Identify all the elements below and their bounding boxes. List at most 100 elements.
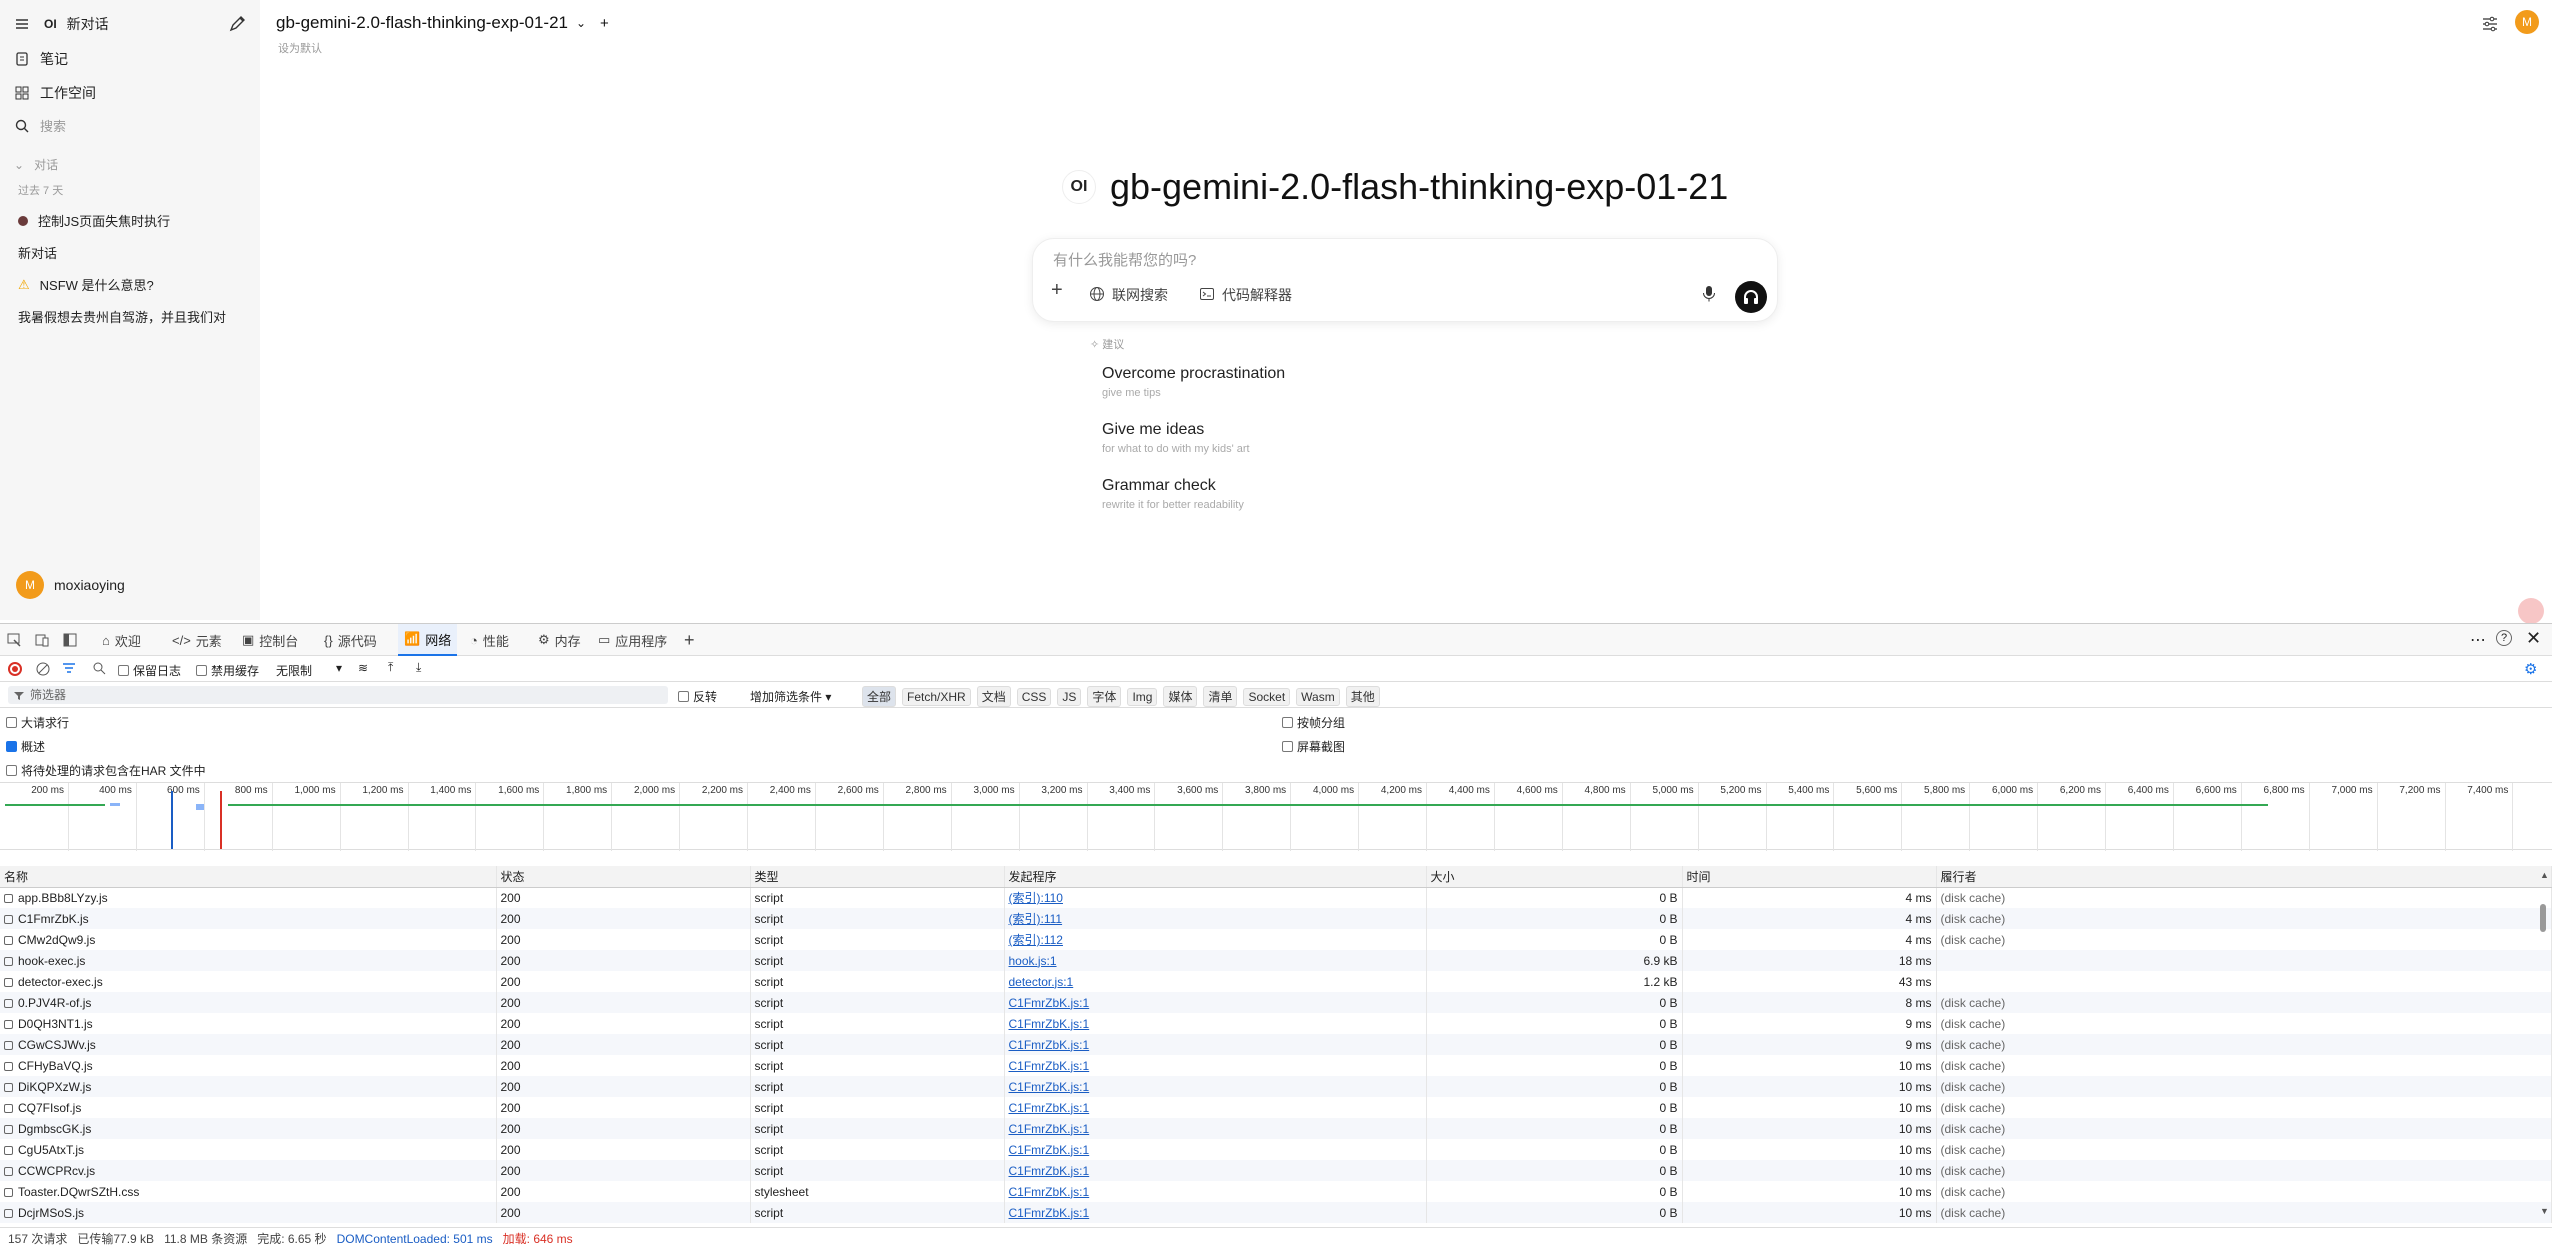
table-row[interactable]: DgmbscGK.js 200 script C1FmrZbK.js:1 0 B 10 m… xyxy=(0,1118,2552,1139)
inspect-icon[interactable] xyxy=(6,632,22,651)
table-row[interactable]: app.BBb8LYzy.js 200 script (索引):110 0 B4 ms(… xyxy=(0,887,2552,908)
table-row[interactable]: 0.PJV4R-of.js 200 script C1FmrZbK.js:1 0 B8 … xyxy=(0,992,2552,1013)
preserve-log-checkbox[interactable]: 保留日志 xyxy=(118,662,181,679)
avatar[interactable]: M xyxy=(2515,10,2539,34)
prompt-input[interactable]: 有什么我能帮您的吗? xyxy=(1053,249,1196,270)
initiator-cell[interactable]: (索引):111 xyxy=(1004,908,1427,929)
filter-wasm[interactable]: Wasm xyxy=(1296,688,1340,706)
big-request-rows-checkbox[interactable]: 大请求行 xyxy=(6,714,69,731)
help-icon[interactable]: ? xyxy=(2496,630,2512,646)
table-scrollbar[interactable] xyxy=(2540,904,2546,932)
model-selector[interactable]: gb-gemini-2.0-flash-thinking-exp-01-21 ⌄… xyxy=(276,13,609,33)
chat-item[interactable]: 控制JS页面失焦时执行 xyxy=(18,211,170,230)
tab-console[interactable]: ▣ 控制台 xyxy=(236,624,304,656)
floating-assistant-icon[interactable] xyxy=(2518,598,2544,624)
tab-memory[interactable]: ⚙ 内存 xyxy=(532,624,587,656)
initiator-cell[interactable]: C1FmrZbK.js:1 xyxy=(1004,1034,1427,1055)
table-row[interactable]: CFHyBaVQ.js 200 script C1FmrZbK.js:1 0 B 10 m… xyxy=(0,1055,2552,1076)
filter-all[interactable]: 全部 xyxy=(862,686,897,707)
clear-icon[interactable] xyxy=(36,662,50,679)
table-row[interactable]: D0QH3NT1.js 200 script C1FmrZbK.js:1 0 B9 ms… xyxy=(0,1013,2552,1034)
code-interpreter-button[interactable]: 代码解释器 xyxy=(1199,285,1292,305)
initiator-cell[interactable]: C1FmrZbK.js:1 xyxy=(1004,1118,1427,1139)
initiator-cell[interactable]: C1FmrZbK.js:1 xyxy=(1004,1013,1427,1034)
table-row[interactable]: CQ7FIsof.js 200 script C1FmrZbK.js:1 0 B 10 m… xyxy=(0,1097,2552,1118)
filter-other[interactable]: 其他 xyxy=(1345,686,1380,707)
chat-item[interactable]: ⚠ NSFW 是什么意思? xyxy=(18,275,154,294)
initiator-cell[interactable]: hook.js:1 xyxy=(1004,950,1427,971)
invert-checkbox[interactable]: 反转 xyxy=(678,688,717,705)
sidebar-item-workspace[interactable]: 工作空间 xyxy=(14,83,96,103)
initiator-cell[interactable]: C1FmrZbK.js:1 xyxy=(1004,1181,1427,1202)
tab-welcome[interactable]: ⌂ 欢迎 xyxy=(96,624,147,656)
chat-item[interactable]: 新对话 xyxy=(18,243,57,262)
menu-icon[interactable] xyxy=(14,16,30,32)
export-har-icon[interactable]: ⤓ xyxy=(416,660,421,675)
table-row[interactable]: detector-exec.js 200 script detector.js:1 1.… xyxy=(0,971,2552,992)
filter-img[interactable]: Img xyxy=(1127,688,1158,706)
search-icon[interactable] xyxy=(92,661,106,678)
initiator-cell[interactable]: C1FmrZbK.js:1 xyxy=(1004,1160,1427,1181)
initiator-cell[interactable]: (索引):110 xyxy=(1004,887,1427,908)
disable-cache-checkbox[interactable]: 禁用缓存 xyxy=(196,662,259,679)
import-har-icon[interactable]: ⤒ xyxy=(388,660,393,675)
throttling-select[interactable]: 无限制 xyxy=(276,662,312,679)
table-row[interactable]: DiKQPXzW.js 200 script C1FmrZbK.js:1 0 B 10 m… xyxy=(0,1076,2552,1097)
more-filters-dropdown[interactable]: 增加筛选条件 ▾ xyxy=(750,688,831,705)
chat-item[interactable]: 我暑假想去贵州自驾游，并且我们对 xyxy=(18,307,226,326)
suggestion-item[interactable]: Grammar check rewrite it for better read… xyxy=(1102,477,1244,511)
timeline-overview[interactable]: 200 ms 400 ms 600 ms 800 ms 1,000 ms 1,200 ms… xyxy=(0,782,2552,851)
filter-fetch-xhr[interactable]: Fetch/XHR xyxy=(902,688,971,706)
column-header[interactable]: 类型 xyxy=(750,866,1005,888)
table-row[interactable]: Toaster.DQwrSZtH.css 200 stylesheet C1FmrZb… xyxy=(0,1181,2552,1202)
web-search-button[interactable]: 联网搜索 xyxy=(1089,285,1168,305)
table-row[interactable]: DcjrMSoS.js 200 script C1FmrZbK.js:1 0 B 10 m… xyxy=(0,1202,2552,1223)
scroll-down-icon[interactable]: ▼ xyxy=(2540,1206,2549,1216)
column-header[interactable]: 大小 xyxy=(1426,866,1683,888)
set-default-link[interactable]: 设为默认 xyxy=(278,40,322,56)
device-toolbar-icon[interactable] xyxy=(34,632,50,651)
table-row[interactable]: CGwCSJWv.js 200 script C1FmrZbK.js:1 0 B9 ms… xyxy=(0,1034,2552,1055)
filter-media[interactable]: 媒体 xyxy=(1163,686,1198,707)
dock-icon[interactable] xyxy=(62,632,78,651)
initiator-cell[interactable]: C1FmrZbK.js:1 xyxy=(1004,1076,1427,1097)
filter-socket[interactable]: Socket xyxy=(1243,688,1291,706)
search-input[interactable]: 搜索 xyxy=(40,116,66,135)
column-header[interactable]: 履行者 xyxy=(1936,866,2552,888)
controls-icon[interactable] xyxy=(2481,15,2499,38)
initiator-cell[interactable]: C1FmrZbK.js:1 xyxy=(1004,992,1427,1013)
suggestion-item[interactable]: Overcome procrastination give me tips xyxy=(1102,365,1285,399)
group-by-frame-checkbox[interactable]: 按帧分组 xyxy=(1282,714,1345,731)
filter-icon[interactable] xyxy=(62,662,78,679)
more-tabs-plus-icon[interactable]: + xyxy=(678,624,701,656)
column-header[interactable]: 状态 xyxy=(496,866,751,888)
network-conditions-icon[interactable]: ≋ xyxy=(358,661,368,675)
settings-gear-icon[interactable]: ⚙ xyxy=(2524,660,2537,678)
table-row[interactable]: C1FmrZbK.js 200 script (索引):111 0 B4 ms (disk… xyxy=(0,908,2552,929)
scroll-up-icon[interactable]: ▲ xyxy=(2540,870,2549,880)
initiator-cell[interactable]: (索引):112 xyxy=(1004,929,1427,950)
record-icon[interactable] xyxy=(8,662,22,676)
initiator-cell[interactable]: C1FmrZbK.js:1 xyxy=(1004,1202,1427,1223)
new-chat-icon[interactable] xyxy=(228,15,245,32)
microphone-icon[interactable] xyxy=(1701,285,1717,308)
har-pending-checkbox[interactable]: 将待处理的请求包含在HAR 文件中 xyxy=(6,762,206,779)
filter-manifest[interactable]: 清单 xyxy=(1203,686,1238,707)
table-row[interactable]: hook-exec.js 200 script hook.js:1 6.9 kB 18 m… xyxy=(0,950,2552,971)
column-header[interactable]: 时间 xyxy=(1682,866,1937,888)
initiator-cell[interactable]: C1FmrZbK.js:1 xyxy=(1004,1139,1427,1160)
table-row[interactable]: CMw2dQw9.js 200 script (索引):112 0 B4 ms (disk… xyxy=(0,929,2552,950)
suggestion-item[interactable]: Give me ideas for what to do with my kid… xyxy=(1102,421,1250,455)
filter-input[interactable]: 筛选器 xyxy=(8,686,668,704)
chevron-down-icon[interactable]: ▾ xyxy=(336,661,342,675)
tab-sources[interactable]: {} 源代码 xyxy=(318,624,383,656)
tab-network[interactable]: 📶 网络 xyxy=(398,624,458,656)
column-header[interactable]: 名称 xyxy=(0,866,497,888)
add-attachment-icon[interactable]: + xyxy=(1051,279,1063,302)
filter-font[interactable]: 字体 xyxy=(1087,686,1122,707)
table-row[interactable]: CgU5AtxT.js 200 script C1FmrZbK.js:1 0 B 10 m… xyxy=(0,1139,2552,1160)
tab-performance[interactable]: ◔ 性能 xyxy=(464,624,515,656)
initiator-cell[interactable]: detector.js:1 xyxy=(1004,971,1427,992)
initiator-cell[interactable]: C1FmrZbK.js:1 xyxy=(1004,1055,1427,1076)
voice-call-button[interactable] xyxy=(1735,281,1767,313)
